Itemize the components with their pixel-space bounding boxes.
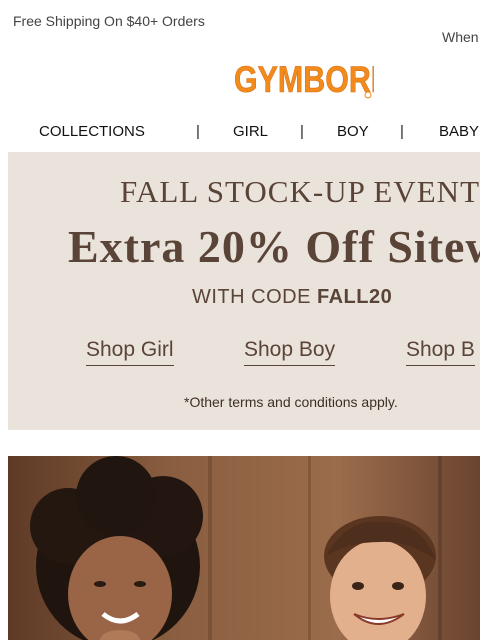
promo-code-line: WITH CODE FALL20 [192,286,392,309]
banner-headline: Extra 20% Off Sitewi [68,221,480,272]
shop-baby-link[interactable]: Shop B [406,338,475,366]
nav-boy[interactable]: BOY [337,123,369,140]
nav-separator: | [300,123,304,140]
free-shipping-text: Free Shipping On $40+ Orders [13,13,205,29]
boy-figure [324,516,436,640]
nav-girl[interactable]: GIRL [233,123,268,140]
promo-code: FALL20 [317,286,393,308]
when-text: When [442,29,479,45]
logo-wordmark: GYMBOREE [234,62,374,101]
shop-boy-link[interactable]: Shop Boy [244,338,336,366]
shop-girl-link[interactable]: Shop Girl [86,338,174,366]
nav-separator: | [196,123,200,140]
nav-collections[interactable]: COLLECTIONS [39,123,145,140]
fall-stock-up-banner[interactable]: FALL STOCK-UP EVENT Extra 20% Off Sitewi… [8,152,480,430]
main-navigation: COLLECTIONS | GIRL | BOY | BABY [0,120,480,144]
terms-note: *Other terms and conditions apply. [184,394,398,410]
nav-separator: | [400,123,404,140]
promo-top-bar: Free Shipping On $40+ Orders When [0,0,480,56]
gymboree-logo[interactable]: GYMBOREE [234,59,412,102]
code-prefix: WITH CODE [192,286,317,308]
nav-baby[interactable]: BABY [439,123,479,140]
banner-eyebrow: FALL STOCK-UP EVENT [120,174,480,209]
hero-photo[interactable] [8,456,480,640]
hero-photo-illustration [8,456,480,640]
